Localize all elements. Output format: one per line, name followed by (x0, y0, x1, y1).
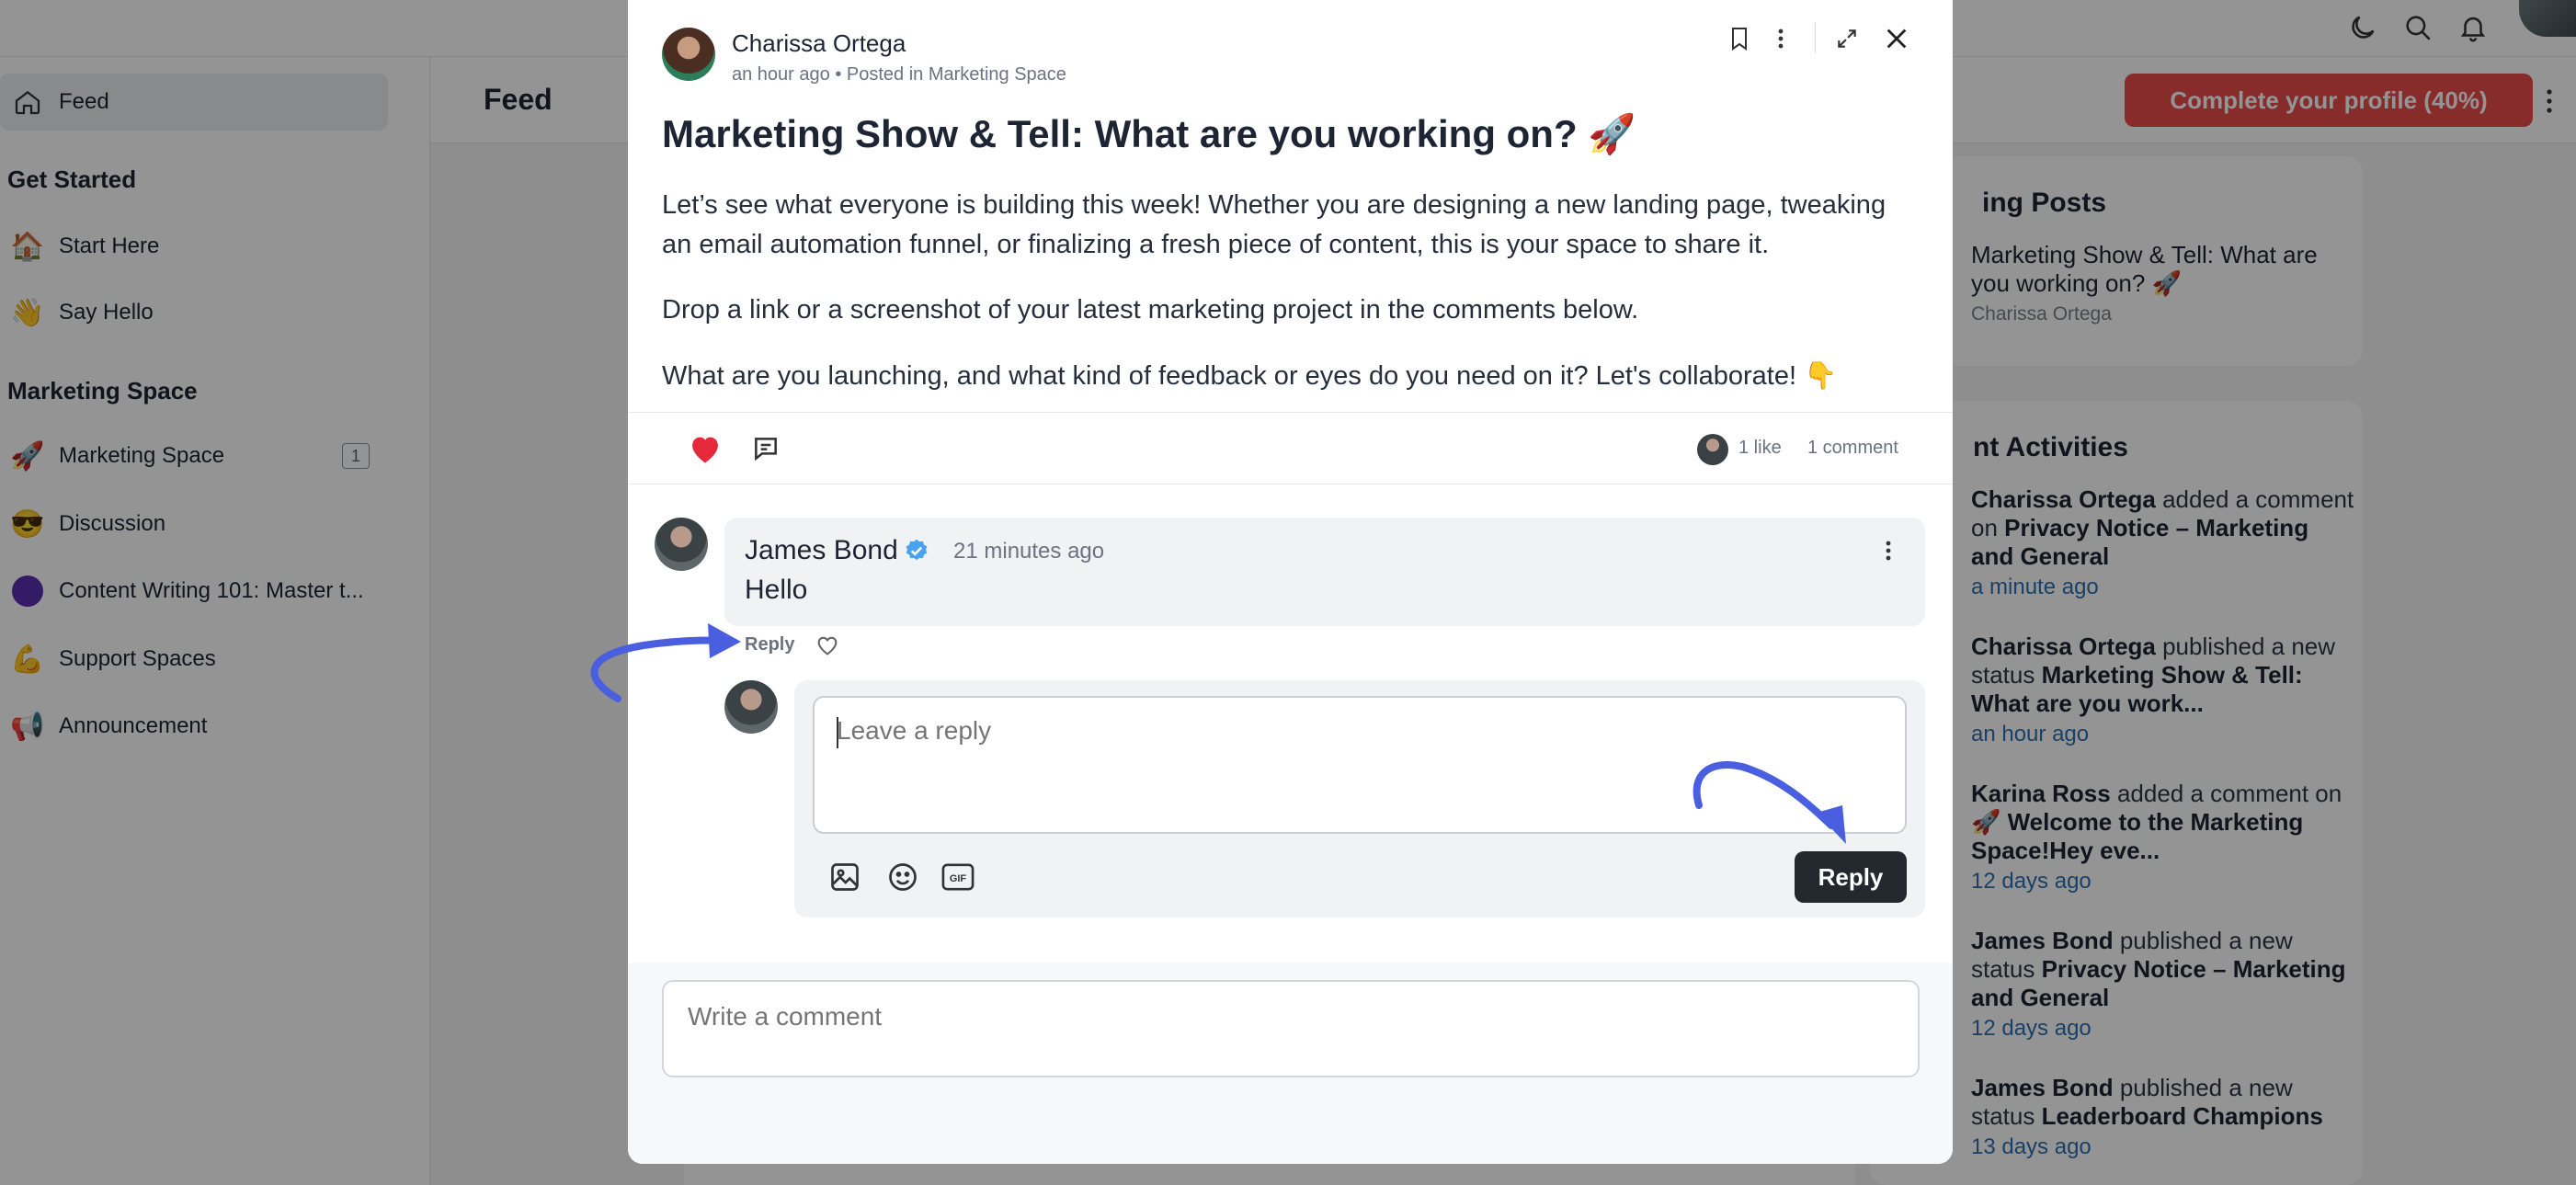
bookmark-icon[interactable] (1721, 20, 1758, 57)
comment-time: 21 minutes ago (953, 539, 1105, 564)
verified-badge-icon (906, 539, 928, 561)
liker-avatar[interactable] (1697, 434, 1728, 465)
post-modal: Charissa Ortega an hour ago • Posted in … (628, 0, 1953, 1164)
comment-count[interactable]: 1 comment (1807, 438, 1898, 459)
like-count[interactable]: 1 like (1738, 438, 1782, 459)
emoji-icon[interactable] (883, 857, 923, 897)
post-meta: an hour ago • Posted in Marketing Space (732, 64, 1066, 85)
text-caret (837, 717, 838, 748)
post-paragraph: What are you launching, and what kind of… (662, 361, 1838, 391)
post-title: Marketing Show & Tell: What are you work… (662, 112, 1636, 155)
comment-more-options-icon[interactable] (1873, 535, 1904, 566)
heart-outline-icon[interactable] (815, 632, 840, 658)
image-upload-icon[interactable] (825, 857, 865, 897)
post-author-name[interactable]: Charissa Ortega (732, 29, 906, 58)
comment-input[interactable] (662, 980, 1920, 1077)
current-user-avatar[interactable] (724, 680, 778, 734)
comment-text: Hello (745, 575, 808, 605)
expand-icon[interactable] (1829, 20, 1865, 57)
commenter-avatar[interactable] (655, 518, 708, 571)
reply-submit-button[interactable]: Reply (1795, 851, 1907, 903)
reply-link[interactable]: Reply (745, 634, 794, 655)
reply-input[interactable] (813, 696, 1907, 834)
post-paragraph: Let’s see what everyone is building this… (662, 190, 1886, 259)
more-options-icon[interactable] (1762, 20, 1799, 57)
header-divider (1815, 22, 1816, 53)
divider (628, 412, 1953, 413)
commenter-name[interactable]: James Bond (745, 535, 898, 566)
heart-filled-icon[interactable] (685, 428, 725, 469)
post-paragraph: Drop a link or a screenshot of your late… (662, 295, 1639, 325)
author-avatar[interactable] (662, 28, 715, 81)
comment-bubble (724, 518, 1925, 626)
gif-icon[interactable]: GIF (938, 857, 978, 897)
comment-icon[interactable] (746, 428, 786, 469)
close-icon[interactable] (1878, 20, 1915, 57)
gif-label: GIF (950, 873, 967, 884)
